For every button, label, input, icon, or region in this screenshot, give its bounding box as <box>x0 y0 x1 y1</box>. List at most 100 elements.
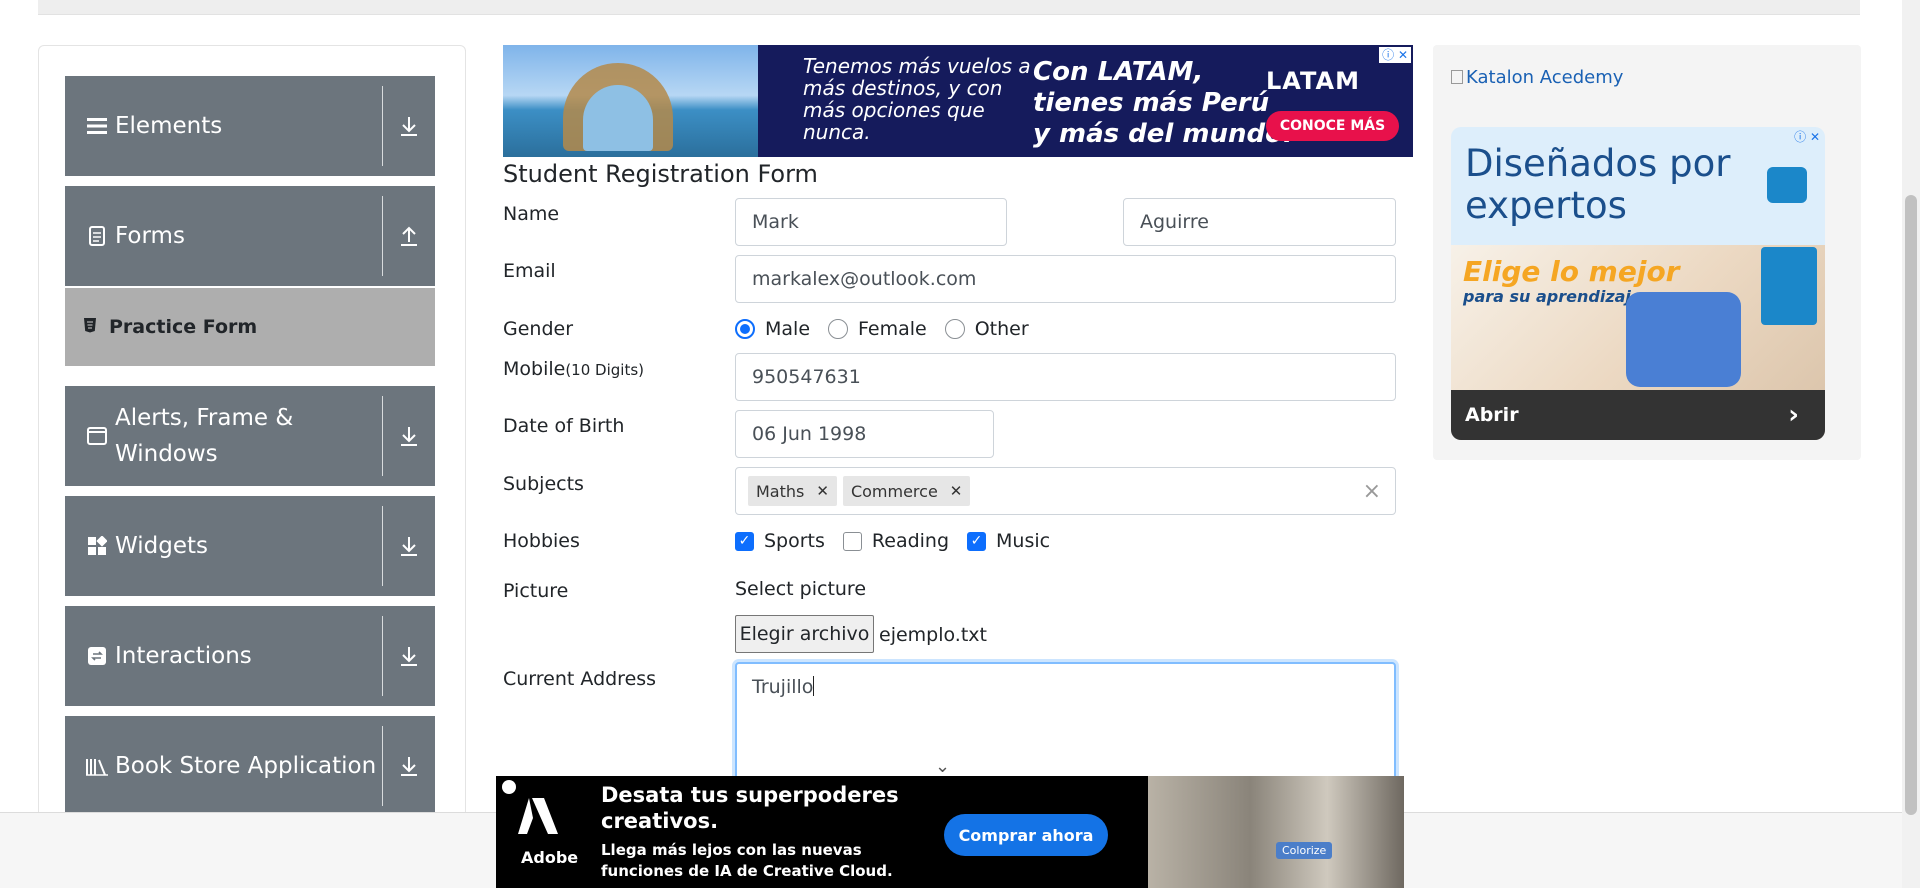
divider <box>382 506 383 586</box>
upload-arrow-icon[interactable] <box>393 186 425 286</box>
sidebar-group-label: Elements <box>115 113 223 139</box>
sidebar-group-elements[interactable]: Elements <box>65 76 435 176</box>
sidebar-group-interactions[interactable]: Interactions <box>65 606 435 706</box>
sidebar-item-practice-form[interactable]: Practice Form <box>65 288 435 366</box>
ad-open-button[interactable]: Abrir › <box>1451 390 1825 440</box>
file-name: ejemplo.txt <box>879 624 987 646</box>
radio-checked-icon <box>735 319 755 339</box>
last-name-field[interactable]: Aguirre <box>1123 198 1396 246</box>
ad-subtext: para su aprendizaje. <box>1463 287 1648 306</box>
divider <box>382 616 383 696</box>
ad-headline: Con LATAM, tienes más Perú y más del mundo… <box>1033 57 1293 149</box>
window-icon <box>85 427 109 445</box>
gender-male-radio[interactable]: Male <box>735 318 810 340</box>
clear-icon[interactable]: × <box>1363 479 1381 504</box>
sidebar: Elements Forms Practice Form Alerts, Fra… <box>38 45 466 825</box>
html-icon <box>83 317 101 337</box>
checkbox-unchecked-icon <box>842 531 862 551</box>
sidebar-item-label: Practice Form <box>109 316 258 338</box>
ad-headline: Desata tus superpoderes creativos. <box>601 783 899 833</box>
chevron-right-icon: › <box>1788 400 1799 430</box>
ad-info-icon[interactable] <box>502 780 516 794</box>
sidebar-group-label: Forms <box>115 223 185 249</box>
scrollbar-thumb[interactable] <box>1905 195 1917 815</box>
divider <box>382 196 383 276</box>
ad-banner-bottom[interactable]: Adobe Desata tus superpoderes creativos.… <box>496 776 1404 888</box>
sidebar-group-widgets[interactable]: Widgets <box>65 496 435 596</box>
ad-card[interactable]: Diseñados por expertos Elige lo mejor pa… <box>1451 127 1825 440</box>
ad-photo <box>503 45 758 157</box>
gender-other-radio[interactable]: Other <box>944 318 1029 340</box>
dob-label: Date of Birth <box>503 415 625 437</box>
download-arrow-icon[interactable] <box>393 606 425 706</box>
ad-sidebar-right: Katalon Acedemy Diseñados por expertos E… <box>1433 45 1861 460</box>
radio-unchecked-icon <box>944 319 965 339</box>
download-arrow-icon[interactable] <box>393 496 425 596</box>
chip-remove-icon[interactable]: ✕ <box>950 482 963 500</box>
ad-brand: LATAM <box>1266 67 1360 95</box>
date-of-birth-field[interactable]: 06 Jun 1998 <box>735 410 994 458</box>
broken-image-link[interactable]: Katalon Acedemy <box>1451 67 1623 88</box>
sidebar-group-forms[interactable]: Forms <box>65 186 435 286</box>
checkbox-checked-icon: ✓ <box>735 531 754 551</box>
ad-close-icon[interactable]: ⓘ ✕ <box>1791 129 1823 145</box>
sidebar-group-alerts[interactable]: Alerts, Frame & Windows <box>65 386 435 486</box>
choose-file-button[interactable]: Elegir archivo <box>735 615 874 653</box>
sidebar-group-label: Alerts, Frame & Windows <box>115 405 294 467</box>
chevron-down-icon: ⌄ <box>935 756 951 777</box>
ad-cta-button[interactable]: CONOCE MÁS <box>1266 111 1399 141</box>
ad-banner-top[interactable]: Tenemos más vuelos a más destinos, y con… <box>503 45 1413 157</box>
gender-radio-group: Male Female Other <box>735 318 1047 340</box>
ad-text: Tenemos más vuelos a más destinos, y con… <box>803 54 1031 144</box>
sidebar-group-book-store[interactable]: Book Store Application <box>65 716 435 816</box>
document-icon <box>85 226 109 246</box>
chip-remove-icon[interactable]: ✕ <box>816 482 829 500</box>
current-address-textarea[interactable]: Trujillo <box>735 662 1396 782</box>
scrollbar[interactable] <box>1902 0 1920 888</box>
subjects-input[interactable]: Maths ✕ Commerce ✕ × <box>735 467 1396 515</box>
address-label: Current Address <box>503 668 657 690</box>
divider <box>382 726 383 806</box>
checkbox-checked-icon: ✓ <box>967 531 987 551</box>
hobby-sports-checkbox[interactable]: ✓ Sports <box>735 530 825 552</box>
colorize-badge: Colorize <box>1276 842 1333 859</box>
text-caret <box>813 676 815 696</box>
top-strip <box>38 0 1860 15</box>
hobbies-checkbox-group: ✓ Sports Reading ✓ Music <box>735 530 1068 552</box>
select-picture-label: Select picture <box>735 578 867 600</box>
download-arrow-icon[interactable] <box>393 716 425 816</box>
sidebar-group-label: Widgets <box>115 533 208 559</box>
download-arrow-icon[interactable] <box>393 386 425 486</box>
page-title: Student Registration Form <box>503 160 818 188</box>
widgets-icon <box>85 536 109 556</box>
ad-cta-button[interactable]: Comprar ahora <box>944 814 1108 856</box>
sidebar-group-label: Book Store Application <box>115 753 377 779</box>
hobby-music-checkbox[interactable]: ✓ Music <box>967 530 1050 552</box>
email-label: Email <box>503 260 556 282</box>
hamburger-icon <box>85 117 109 135</box>
gender-female-radio[interactable]: Female <box>828 318 927 340</box>
subject-chip: Maths ✕ <box>748 476 837 506</box>
subjects-label: Subjects <box>503 473 584 495</box>
adobe-logo-icon <box>518 798 558 844</box>
mobile-field[interactable]: 950547631 <box>735 353 1396 401</box>
brand-badge-icon <box>1761 247 1817 325</box>
mobile-label: Mobile(10 Digits) <box>503 358 644 380</box>
picture-label: Picture <box>503 580 569 602</box>
hobby-reading-checkbox[interactable]: Reading <box>842 530 949 552</box>
radio-unchecked-icon <box>828 319 849 339</box>
ad-close-icon[interactable]: ⓘ ✕ <box>1379 47 1411 63</box>
ad-photo: Colorize <box>1148 776 1404 888</box>
download-arrow-icon[interactable] <box>393 76 425 176</box>
broken-image-icon <box>1451 70 1463 84</box>
ad-body: Llega más lejos con las nuevas funciones… <box>601 841 893 880</box>
gender-label: Gender <box>503 318 574 340</box>
divider <box>382 86 383 166</box>
sidebar-group-label: Interactions <box>115 643 252 669</box>
first-name-field[interactable]: Mark <box>735 198 1007 246</box>
books-icon <box>85 756 109 776</box>
email-field[interactable]: markalex@outlook.com <box>735 255 1396 303</box>
subject-chip: Commerce ✕ <box>842 476 971 506</box>
hobbies-label: Hobbies <box>503 530 580 552</box>
interactions-icon <box>85 647 109 665</box>
